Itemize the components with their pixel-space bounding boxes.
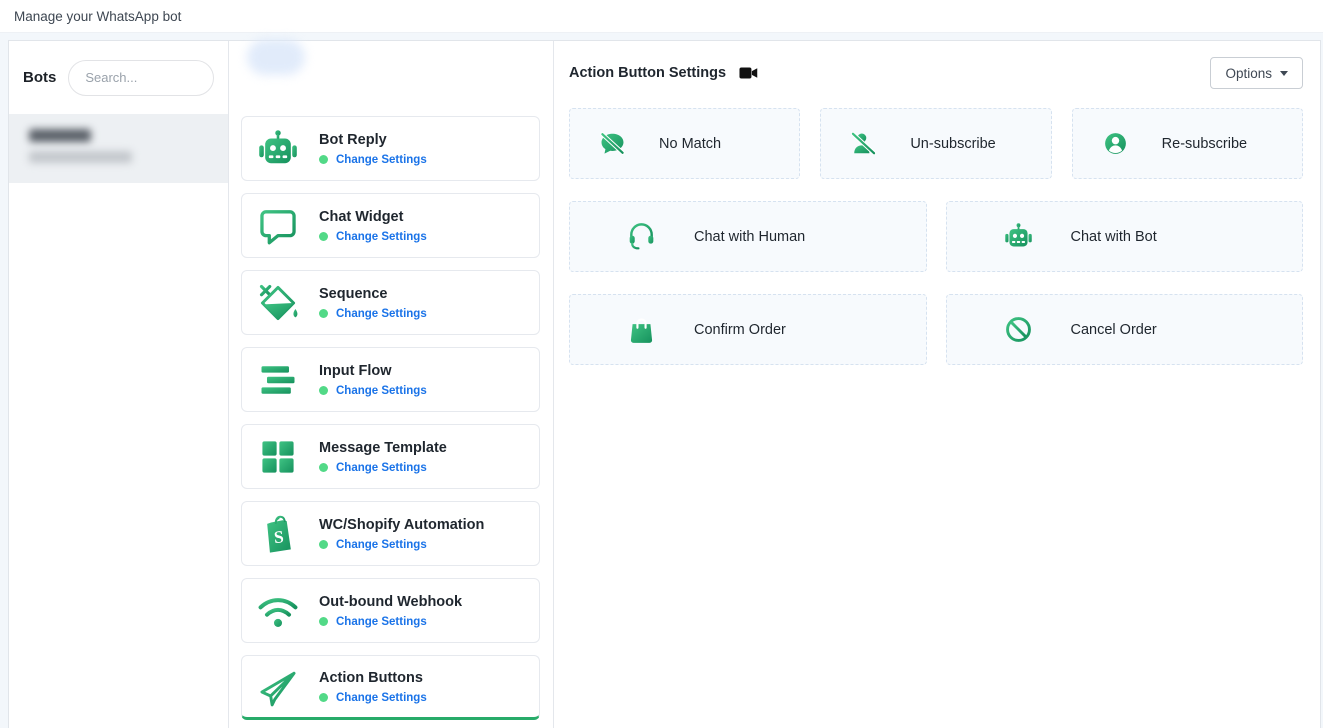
redacted-avatar-blob [247,39,305,75]
action-label: Chat with Human [694,229,805,245]
chat-widget-icon [256,204,300,248]
action-card-re-subscribe[interactable]: Re-subscribe [1072,108,1303,179]
top-header-bar: Manage your WhatsApp bot [0,0,1323,33]
bot-list-item-selected[interactable] [9,114,228,183]
wifi-icon [256,589,300,633]
feature-title: Chat Widget [319,209,427,225]
action-card-confirm-order[interactable]: Confirm Order [569,294,927,365]
video-camera-icon[interactable] [739,66,758,80]
action-label: Un-subscribe [910,136,995,152]
bot-search-input[interactable] [68,60,214,96]
sidebar-header: Bots [9,41,228,114]
content-header: Action Button Settings Options [569,57,1303,89]
redacted-bot-phone [29,151,132,163]
feature-card-chat-widget: Chat Widget Change Settings [241,193,540,258]
change-settings-link[interactable]: Change Settings [336,616,427,628]
feature-title: Input Flow [319,363,427,379]
action-card-chat-with-bot[interactable]: Chat with Bot [946,201,1304,272]
status-dot [319,693,328,702]
robot-icon [1003,221,1034,252]
action-row-2: Chat with Human Chat with Bot [569,201,1303,272]
feature-card-bot-reply: Bot Reply Change Settings [241,116,540,181]
headset-icon [626,221,657,252]
user-circle-icon [1102,130,1129,157]
feature-title: Message Template [319,440,447,456]
status-dot [319,463,328,472]
content-title: Action Button Settings [569,65,726,81]
feature-card-sequence: Sequence Change Settings [241,270,540,335]
status-dot [319,386,328,395]
feature-card-action-buttons: Action Buttons Change Settings [241,655,540,720]
svg-text:S: S [273,526,284,547]
status-dot [319,232,328,241]
feature-title: Out-bound Webhook [319,594,462,610]
main-panel: Bots Bot Reply Ch [8,40,1321,728]
user-slash-icon [850,130,877,157]
action-label: Re-subscribe [1162,136,1247,152]
action-card-no-match[interactable]: No Match [569,108,800,179]
change-settings-link[interactable]: Change Settings [336,539,427,551]
comment-slash-icon [599,130,626,157]
action-row-1: No Match Un-subscribe [569,108,1303,179]
action-card-chat-with-human[interactable]: Chat with Human [569,201,927,272]
status-dot [319,617,328,626]
action-label: No Match [659,136,721,152]
feature-settings-column: Bot Reply Change Settings Chat Widget Ch… [229,41,554,728]
robot-icon [256,127,300,171]
grid-icon [256,435,300,479]
change-settings-link[interactable]: Change Settings [336,692,427,704]
feature-card-outbound-webhook: Out-bound Webhook Change Settings [241,578,540,643]
shopping-bag-icon [626,314,657,345]
change-settings-link[interactable]: Change Settings [336,462,427,474]
status-dot [319,309,328,318]
action-card-un-subscribe[interactable]: Un-subscribe [820,108,1051,179]
feature-title: WC/Shopify Automation [319,517,484,533]
change-settings-link[interactable]: Change Settings [336,154,427,166]
redacted-bot-name [29,129,91,142]
options-label: Options [1225,66,1272,81]
action-label: Chat with Bot [1071,229,1157,245]
page-title: Manage your WhatsApp bot [14,9,181,24]
caret-down-icon [1280,71,1288,76]
shopify-icon: S [256,512,300,556]
bots-heading: Bots [23,69,56,86]
paper-plane-icon [256,665,300,709]
change-settings-link[interactable]: Change Settings [336,231,427,243]
feature-title: Sequence [319,286,427,302]
feature-card-input-flow: Input Flow Change Settings [241,347,540,412]
feature-card-message-template: Message Template Change Settings [241,424,540,489]
action-label: Confirm Order [694,322,786,338]
action-card-cancel-order[interactable]: Cancel Order [946,294,1304,365]
status-dot [319,155,328,164]
feature-title: Action Buttons [319,670,427,686]
action-button-settings-panel: Action Button Settings Options [554,41,1320,728]
feature-card-shopify-automation: S WC/Shopify Automation Change Settings [241,501,540,566]
ban-icon [1003,314,1034,345]
bots-sidebar: Bots [9,41,229,728]
action-row-3: Confirm Order Cancel Order [569,294,1303,365]
change-settings-link[interactable]: Change Settings [336,308,427,320]
fill-drip-icon [256,281,300,325]
feature-title: Bot Reply [319,132,427,148]
change-settings-link[interactable]: Change Settings [336,385,427,397]
status-dot [319,540,328,549]
action-label: Cancel Order [1071,322,1157,338]
options-dropdown-button[interactable]: Options [1210,57,1303,89]
input-flow-icon [256,358,300,402]
